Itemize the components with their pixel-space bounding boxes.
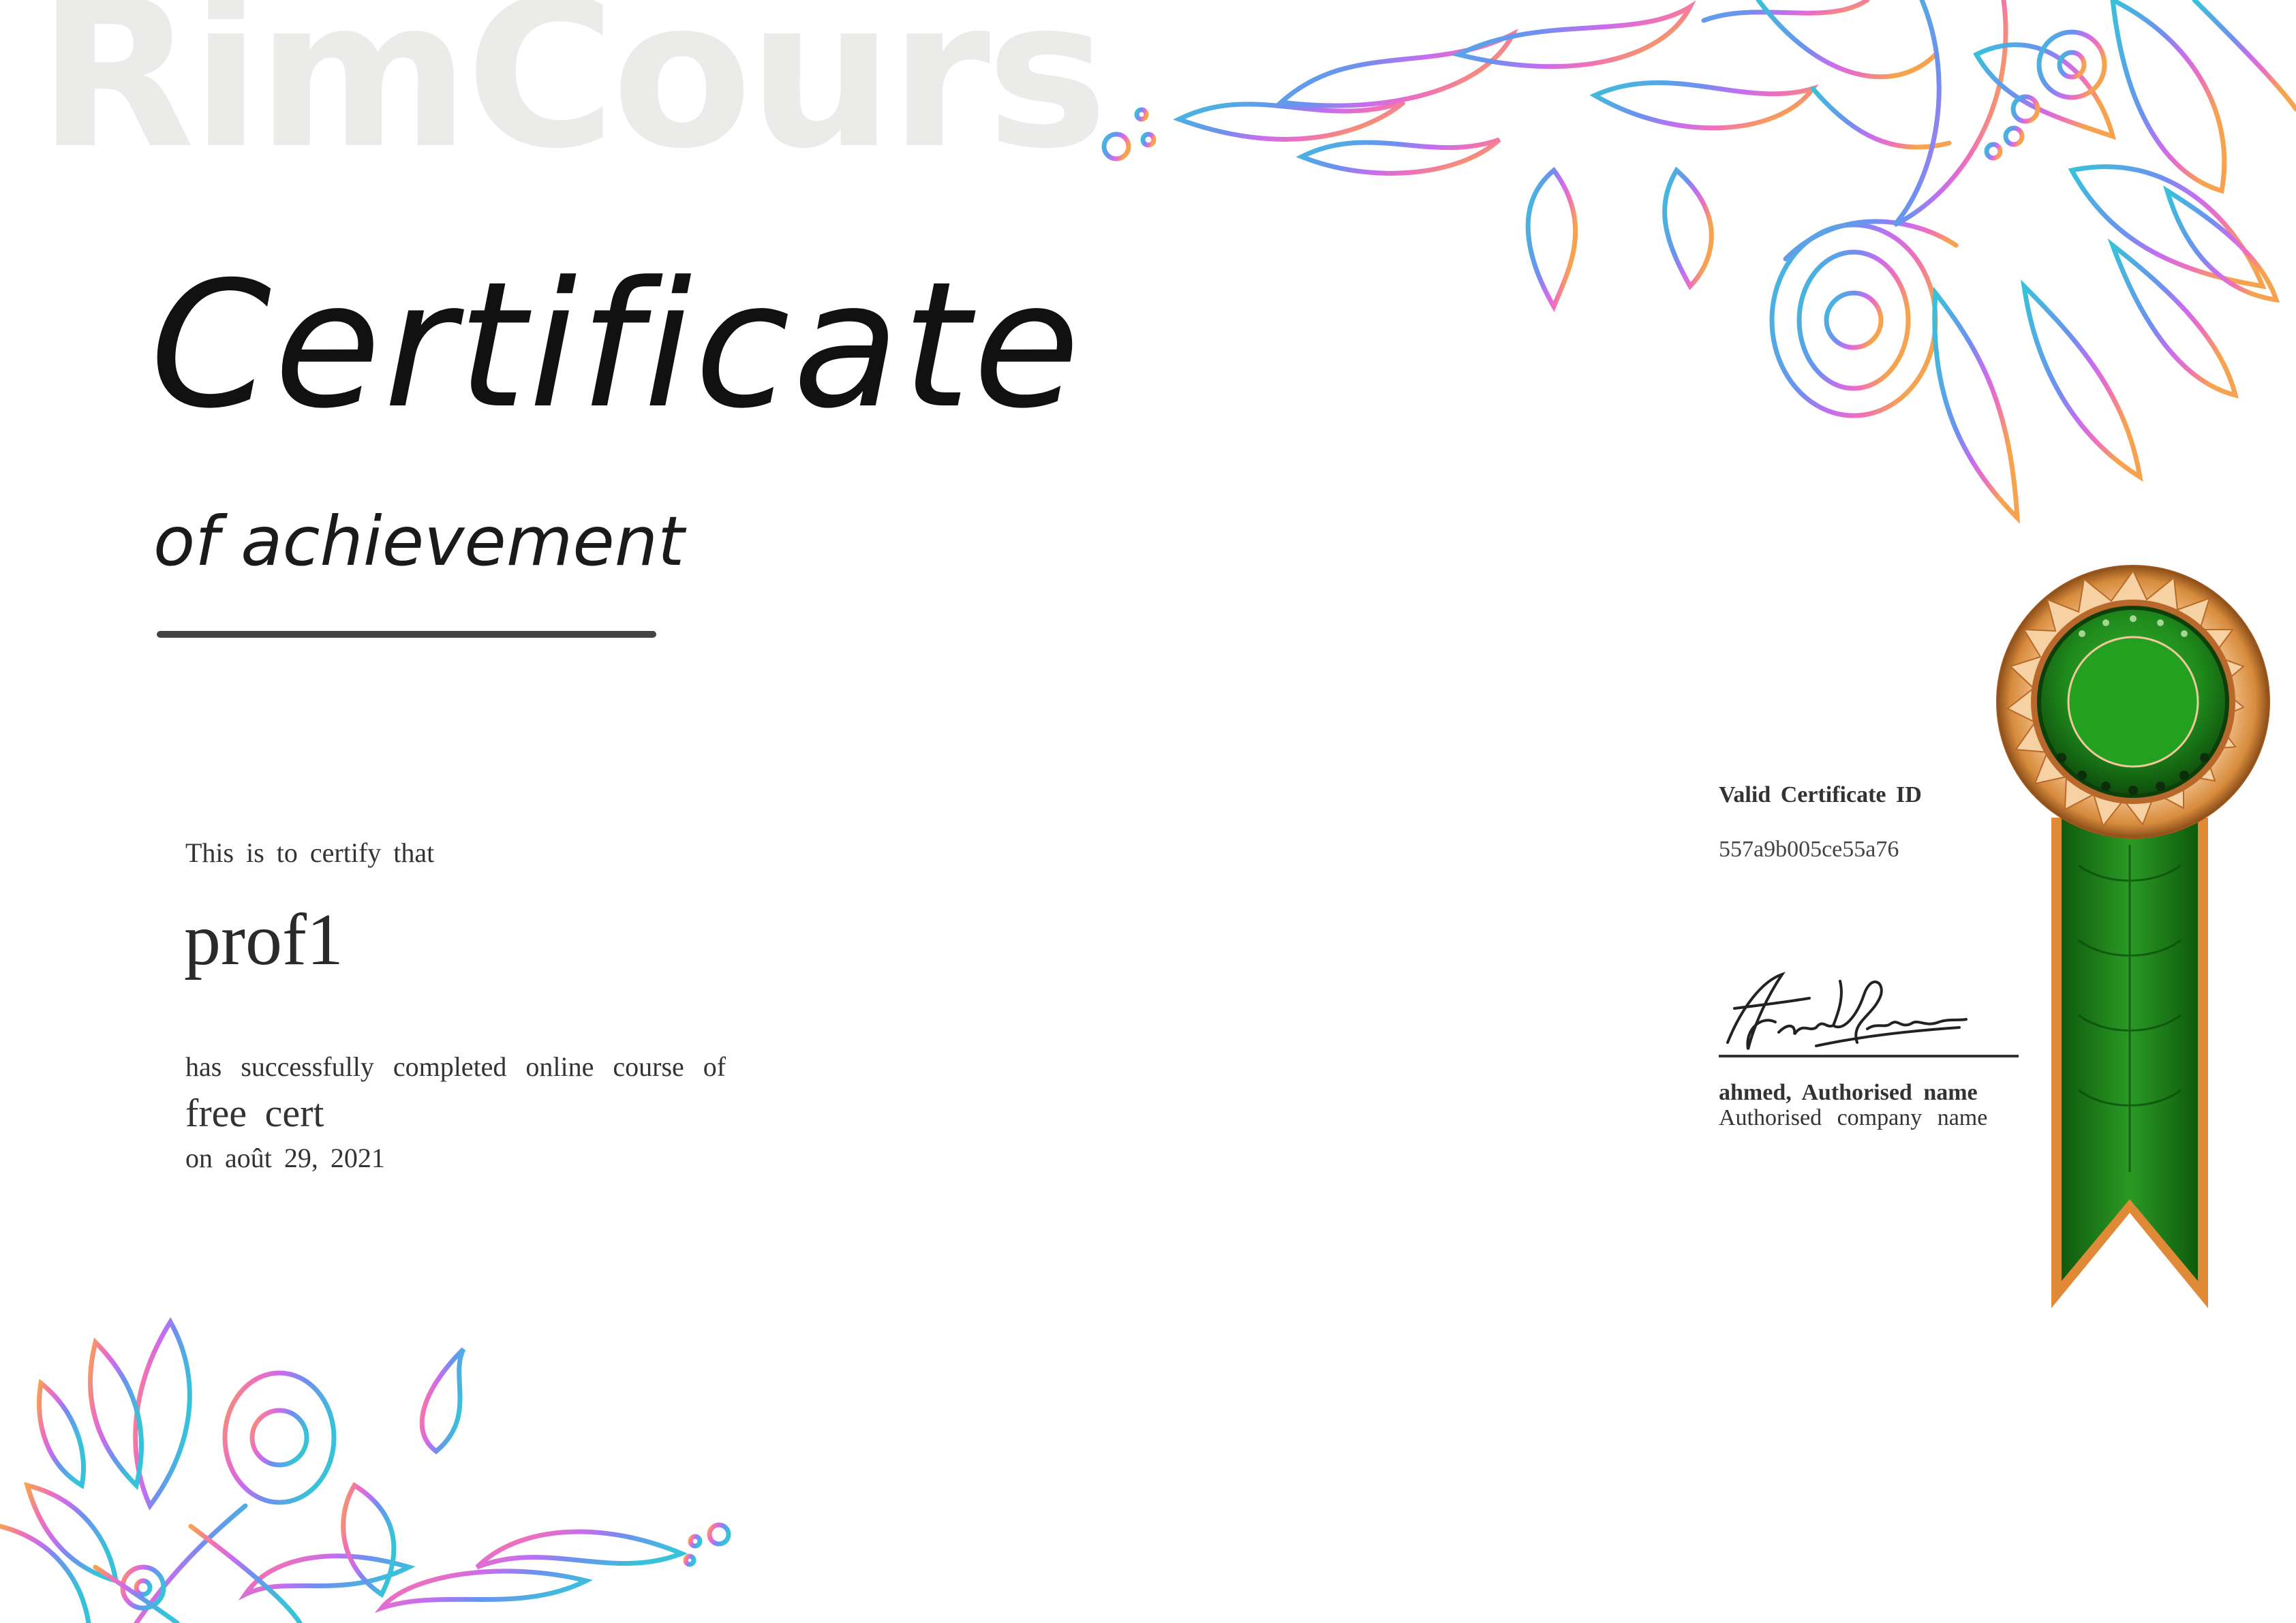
completion-text: has successfully completed online course… [185, 1051, 726, 1082]
title-divider [157, 631, 656, 638]
certificate-title: Certificate [150, 245, 1083, 447]
certificate-id-label: Valid Certificate ID [1719, 782, 1922, 807]
mandala-ornament-icon [0, 1317, 731, 1623]
certificate-id-value: 557a9b005ce55a76 [1719, 837, 1899, 862]
recipient-name: prof1 [184, 899, 343, 980]
award-rosette-icon [1996, 565, 2270, 1308]
signer-name: ahmed, Authorised name [1719, 1080, 1978, 1105]
course-name: free cert [185, 1091, 324, 1135]
certificate-subtitle: of achievement [153, 501, 685, 581]
brand-watermark: RimCours [37, 0, 1108, 194]
completion-date: on août 29, 2021 [185, 1143, 385, 1173]
signer-company: Authorised company name [1719, 1105, 1988, 1130]
certificate-page: RimCours Certificate of achievement This… [0, 0, 2296, 1623]
certify-intro-text: This is to certify that [185, 837, 435, 868]
signature-icon [1726, 972, 1968, 1050]
mandala-ornament-icon [1101, 0, 2296, 525]
